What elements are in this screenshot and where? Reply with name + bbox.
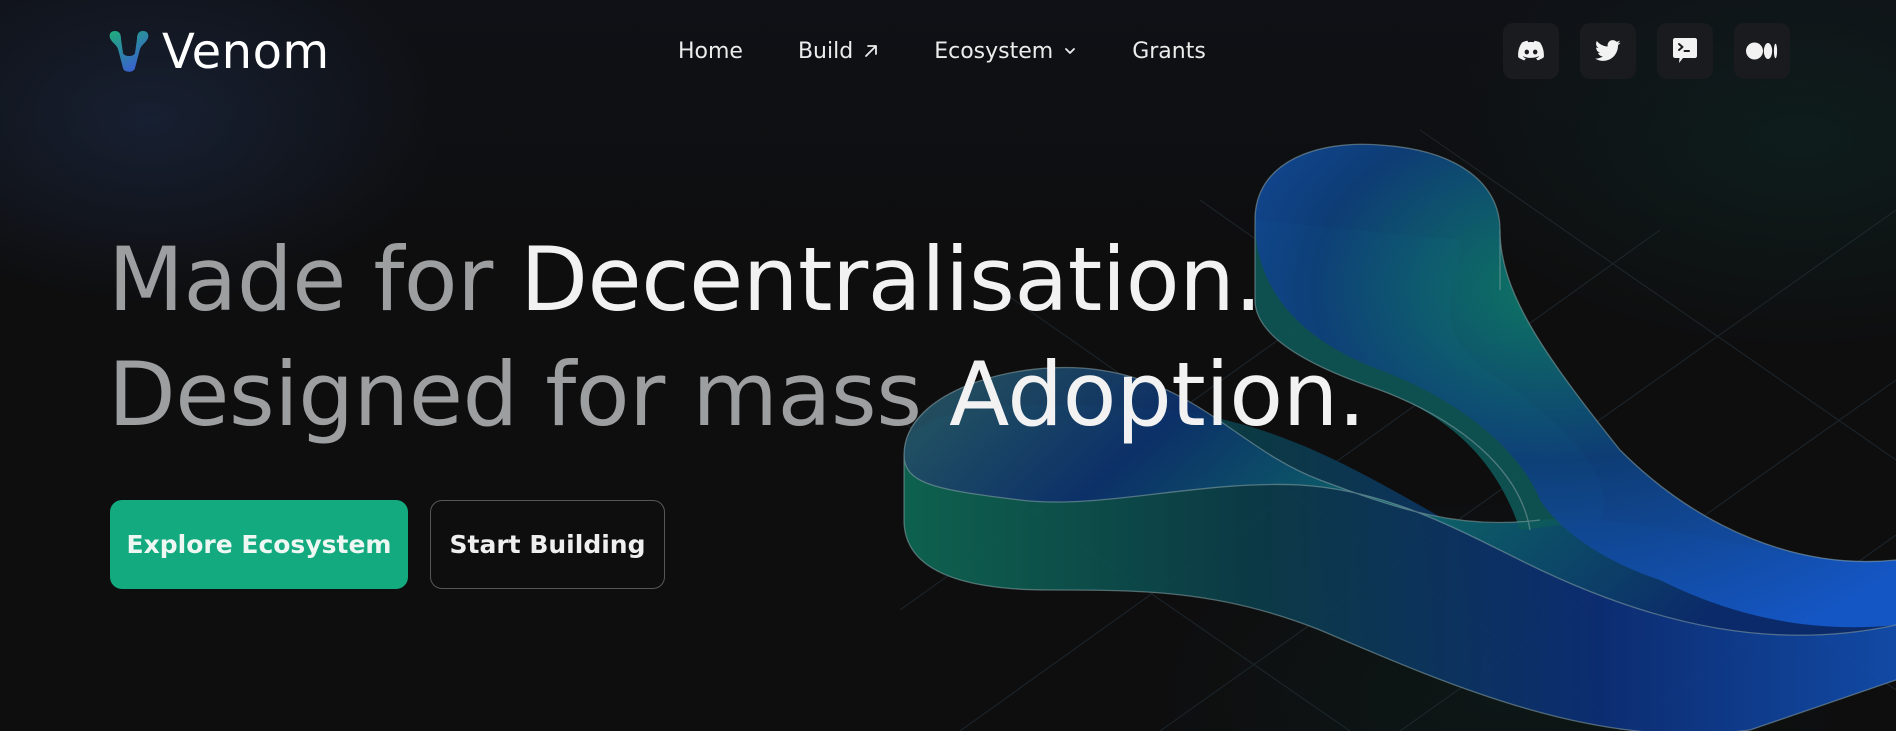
arrow-up-right-icon xyxy=(863,43,879,59)
main-nav: Home Build Ecosystem Grants xyxy=(678,34,1206,68)
discord-button[interactable] xyxy=(1503,23,1559,79)
nav-item-label: Grants xyxy=(1132,38,1206,64)
twitter-button[interactable] xyxy=(1580,23,1636,79)
twitter-icon xyxy=(1595,40,1621,61)
nav-item-label: Ecosystem xyxy=(934,38,1054,64)
forum-button[interactable] xyxy=(1657,23,1713,79)
medium-button[interactable] xyxy=(1734,23,1790,79)
nav-item-label: Build xyxy=(797,38,854,64)
hero-line-2-highlight: Adoption. xyxy=(949,343,1366,446)
nav-item-build[interactable]: Build xyxy=(798,39,879,64)
venom-v-logo-icon xyxy=(109,31,149,72)
hero-line-2: Designed for mass Adoption. xyxy=(108,337,1366,452)
medium-icon xyxy=(1746,42,1778,60)
social-links xyxy=(1503,23,1790,79)
landing-page: Venom Home Build Ecosystem Grants Made f… xyxy=(0,0,1896,731)
chevron-down-icon xyxy=(1063,44,1077,58)
hero-headline: Made for Decentralisation. Designed for … xyxy=(108,222,1366,452)
discord-icon xyxy=(1518,40,1544,61)
hero-line-1: Made for Decentralisation. xyxy=(108,222,1365,337)
hero-line-1-muted: Made for xyxy=(108,228,521,331)
terminal-chat-icon xyxy=(1673,38,1697,63)
site-header: Venom Home Build Ecosystem Grants xyxy=(0,0,1896,102)
hero-line-2-muted: Designed for mass xyxy=(108,343,950,446)
explore-ecosystem-button[interactable]: Explore Ecosystem xyxy=(110,500,408,589)
nav-item-grants[interactable]: Grants xyxy=(1132,39,1206,64)
hero-line-1-highlight: Decentralisation. xyxy=(520,228,1262,331)
brand-name: Venom xyxy=(162,24,330,80)
start-building-button[interactable]: Start Building xyxy=(430,500,665,589)
logo-link[interactable]: Venom xyxy=(108,26,330,78)
nav-item-label: Home xyxy=(678,38,743,64)
nav-item-ecosystem[interactable]: Ecosystem xyxy=(934,39,1077,64)
nav-item-home[interactable]: Home xyxy=(678,39,743,64)
